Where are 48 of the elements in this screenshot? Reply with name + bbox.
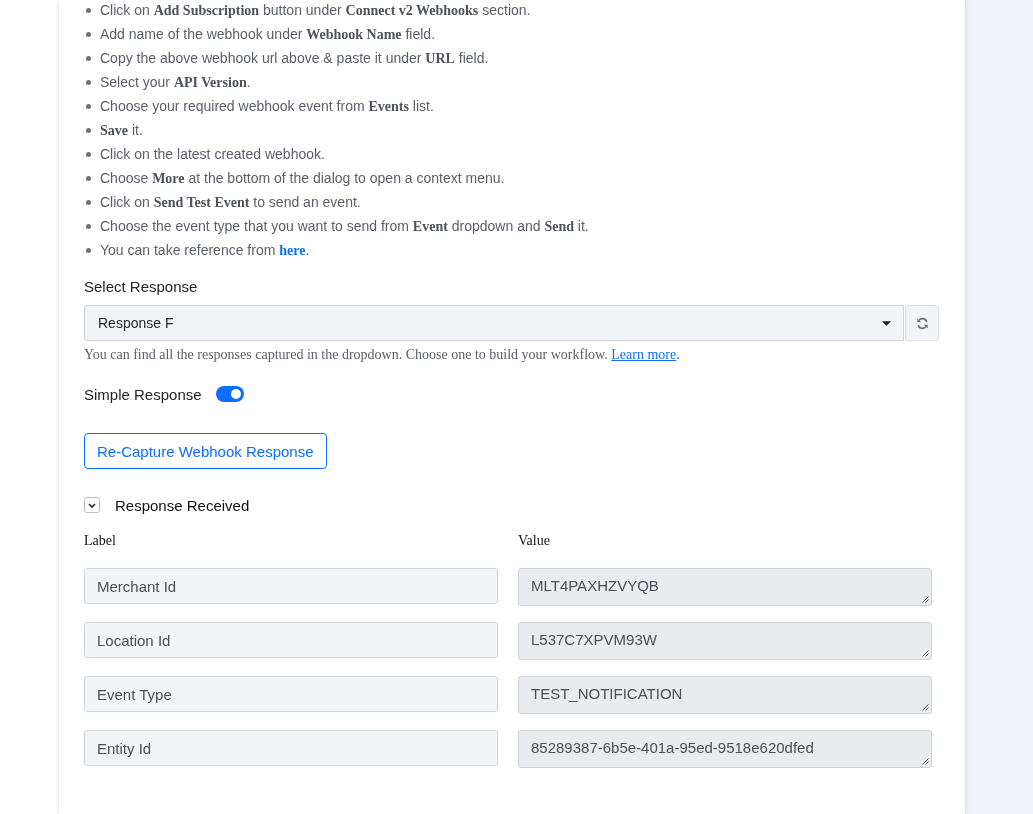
bullet-icon bbox=[86, 151, 91, 157]
section-title: Response Received bbox=[115, 496, 250, 514]
bullet-icon bbox=[86, 55, 91, 61]
response-dropdown[interactable]: Response F bbox=[84, 305, 904, 341]
bullet-icon bbox=[86, 223, 91, 229]
bullet-icon bbox=[86, 247, 91, 253]
value-field[interactable]: TEST_NOTIFICATION bbox=[518, 676, 932, 714]
bullet-icon bbox=[86, 7, 91, 13]
caret-icon bbox=[882, 320, 891, 326]
column-header: Value bbox=[518, 532, 551, 550]
toggle-switch[interactable] bbox=[215, 386, 244, 402]
recapture-button[interactable]: Re-Capture Webhook Response bbox=[84, 433, 327, 469]
label-field[interactable]: Merchant Id bbox=[84, 568, 498, 604]
instruction-text: Save it. bbox=[100, 120, 143, 140]
label-field[interactable]: Event Type bbox=[84, 676, 498, 712]
label-field[interactable]: Entity Id bbox=[84, 730, 498, 766]
select-response-label: Select Response bbox=[84, 277, 199, 297]
bullet-icon bbox=[86, 79, 91, 85]
column-header: Label bbox=[84, 532, 117, 550]
instruction-text: Click on the latest created webhook. bbox=[100, 145, 325, 164]
bullet-icon bbox=[86, 175, 91, 181]
instruction-text: Select your API Version. bbox=[100, 72, 251, 92]
instruction-text: Add name of the webhook under Webhook Name field. bbox=[100, 24, 436, 44]
bullet-icon bbox=[86, 127, 91, 133]
refresh-button[interactable] bbox=[905, 305, 939, 341]
instruction-text: You can take reference from here. bbox=[100, 240, 310, 260]
instruction-text: Copy the above webhook url above & paste it under URL field. bbox=[100, 48, 489, 68]
value-field[interactable]: L537C7XPVM93W bbox=[518, 622, 932, 660]
bullet-icon bbox=[86, 199, 91, 205]
simple-response-label: Simple Response bbox=[84, 385, 202, 403]
value-field[interactable]: 85289387-6b5e-401a-95ed-9518e620dfed bbox=[518, 730, 932, 768]
label-field[interactable]: Location Id bbox=[84, 622, 498, 658]
resize-grip-icon bbox=[922, 650, 929, 657]
value-field[interactable]: MLT4PAXHZVYQB bbox=[518, 568, 932, 606]
bullet-icon bbox=[86, 31, 91, 37]
resize-grip-icon bbox=[922, 596, 929, 603]
help-text: You can find all the responses captured in the dropdown. Choose one to build your workflow. Learn more. bbox=[84, 346, 681, 364]
refresh-icon bbox=[915, 316, 929, 330]
instruction-text: Click on Send Test Event to send an event. bbox=[100, 192, 361, 212]
instruction-text: Choose your required webhook event from Events list. bbox=[100, 96, 434, 116]
instruction-text: Choose the event type that you want to send from Event dropdown and Send it. bbox=[100, 216, 589, 236]
chevron-down-icon bbox=[88, 502, 96, 508]
instruction-text: Click on Add Subscription button under Connect v2 Webhooks section. bbox=[100, 0, 531, 20]
instruction-text: Choose More at the bottom of the dialog to open a context menu. bbox=[100, 168, 505, 188]
resize-grip-icon bbox=[922, 704, 929, 711]
collapse-toggle[interactable] bbox=[84, 497, 100, 513]
bullet-icon bbox=[86, 103, 91, 109]
resize-grip-icon bbox=[922, 758, 929, 765]
